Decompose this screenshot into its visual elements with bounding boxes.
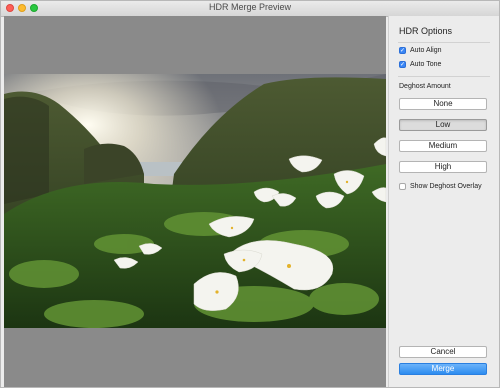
show-deghost-overlay-label: Show Deghost Overlay	[410, 183, 482, 190]
deghost-low-button[interactable]: Low	[399, 119, 487, 131]
show-deghost-overlay-checkbox[interactable]	[399, 183, 406, 190]
hdr-merge-window: HDR Merge Preview HDR Options ✓ Auto Ali…	[0, 0, 500, 388]
preview-area	[4, 16, 386, 387]
auto-align-label: Auto Align	[410, 47, 442, 54]
deghost-medium-button[interactable]: Medium	[399, 140, 487, 152]
hdr-options-panel: HDR Options ✓ Auto Align ✓ Auto Tone Deg…	[388, 16, 499, 387]
deghost-amount-label: Deghost Amount	[399, 83, 451, 90]
merge-button[interactable]: Merge	[399, 363, 487, 375]
deghost-none-button[interactable]: None	[399, 98, 487, 110]
hdr-preview-image	[4, 74, 386, 328]
window-title: HDR Merge Preview	[208, 2, 292, 12]
deghost-high-button[interactable]: High	[399, 161, 487, 173]
auto-tone-option[interactable]: ✓ Auto Tone	[399, 61, 441, 68]
auto-tone-checkbox[interactable]: ✓	[399, 61, 406, 68]
show-deghost-overlay-option[interactable]: Show Deghost Overlay	[399, 183, 482, 190]
auto-align-checkbox[interactable]: ✓	[399, 47, 406, 54]
hdr-options-title: HDR Options	[399, 26, 453, 36]
cancel-button[interactable]: Cancel	[399, 346, 487, 358]
title-bar: HDR Merge Preview	[1, 1, 499, 17]
divider	[398, 76, 490, 77]
auto-tone-label: Auto Tone	[410, 61, 442, 68]
divider	[398, 42, 490, 43]
auto-align-option[interactable]: ✓ Auto Align	[399, 47, 442, 54]
